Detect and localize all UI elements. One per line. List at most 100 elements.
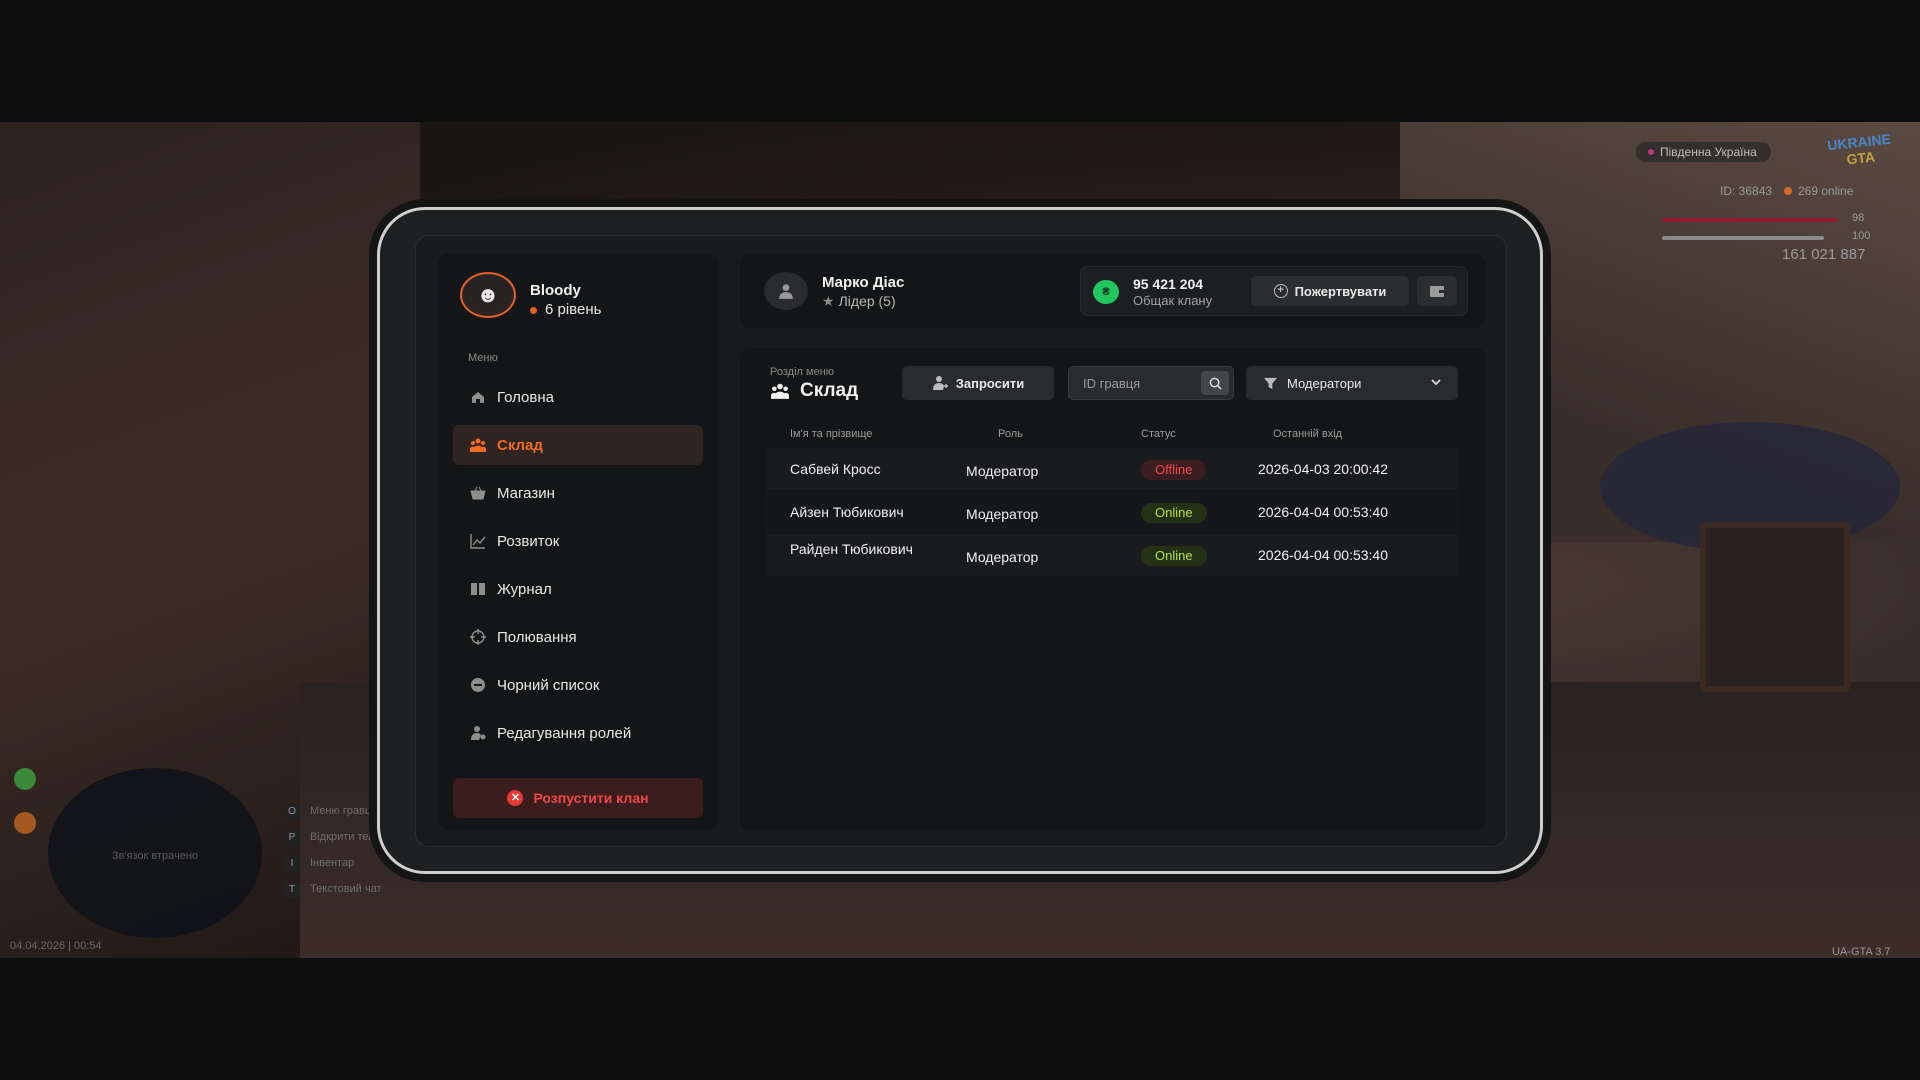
sidebar-item-label: Редагування ролей xyxy=(497,724,632,742)
player-id-search xyxy=(1068,366,1234,400)
sidebar-item-role-editor[interactable]: Редагування ролей xyxy=(453,713,703,753)
sidebar-item-label: Склад xyxy=(497,436,543,454)
add-user-icon xyxy=(932,375,948,391)
plus-icon: + xyxy=(1273,284,1288,298)
search-icon xyxy=(1209,377,1222,390)
filter-value: Модератори xyxy=(1287,375,1362,391)
sidebar-item-label: Журнал xyxy=(497,580,552,598)
sidebar-item-journal[interactable]: Журнал xyxy=(453,569,703,609)
status-badge: Online xyxy=(1141,503,1207,523)
scene-chair xyxy=(1700,522,1850,692)
members-table: Сабвей Кросс Модератор Offline 2026-04-0… xyxy=(766,448,1459,577)
profile-name: Bloody xyxy=(530,282,581,299)
member-role: Модератор xyxy=(966,463,1039,479)
disband-clan-button[interactable]: ✕ Розпустити клан xyxy=(453,778,703,818)
leader-role: ★ Лідер (5) xyxy=(822,293,896,310)
section-caption: Розділ меню xyxy=(770,366,834,378)
hud-online-count: 269 online xyxy=(1784,184,1853,198)
coin-icon: ₴ xyxy=(1093,280,1119,304)
hint-key: T xyxy=(284,882,300,898)
table-row[interactable]: Райден Тюбикович Модератор Online 2026-0… xyxy=(766,534,1459,577)
bank-label: Общак клану xyxy=(1133,293,1213,308)
hud-health-bar xyxy=(1662,218,1838,222)
sidebar-item-members[interactable]: Склад xyxy=(453,425,703,465)
shop-icon xyxy=(469,484,487,502)
book-icon xyxy=(469,580,487,598)
page-title: Склад xyxy=(770,380,858,402)
close-icon: ✕ xyxy=(507,790,524,806)
member-name: Айзен Тюбикович xyxy=(790,504,904,520)
table-header: Ім'я та прізвище Роль Статус Останній вх… xyxy=(790,428,1470,442)
table-row[interactable]: Сабвей Кросс Модератор Offline 2026-04-0… xyxy=(766,448,1459,491)
donate-button[interactable]: + Пожертвувати xyxy=(1251,276,1409,306)
sidebar-item-label: Розвиток xyxy=(497,532,560,550)
hud-armor-value: 100 xyxy=(1852,230,1871,242)
sidebar-item-home[interactable]: Головна xyxy=(453,377,703,417)
status-badge: Online xyxy=(1141,546,1207,566)
hint-key: P xyxy=(284,830,300,846)
hint-label: Меню гравця xyxy=(310,805,378,817)
hint-key: O xyxy=(284,804,300,820)
table-row[interactable]: Айзен Тюбикович Модератор Online 2026-04… xyxy=(766,491,1459,534)
sidebar-item-hunting[interactable]: Полювання xyxy=(453,617,703,657)
hud-datetime: 04.04.2026 | 00:54 xyxy=(10,940,102,952)
hud-status-icon-green xyxy=(14,768,36,790)
disband-clan-label: Розпустити клан xyxy=(533,790,649,806)
hud-armor-bar xyxy=(1662,236,1824,240)
leader-avatar xyxy=(764,272,808,310)
invite-button[interactable]: Запросити xyxy=(902,366,1054,400)
crosshair-icon xyxy=(469,628,487,646)
clan-bank: ₴ 95 421 204 Общак клану + Пожертвувати xyxy=(1080,266,1468,316)
block-icon xyxy=(469,676,487,694)
star-icon: ★ xyxy=(822,293,835,309)
member-last-login: 2026-04-03 20:00:42 xyxy=(1258,461,1388,477)
member-role: Модератор xyxy=(966,549,1039,565)
member-last-login: 2026-04-04 00:53:40 xyxy=(1258,504,1388,520)
member-name: Райден Тюбикович xyxy=(790,541,913,557)
hint-label: Текстовий чат xyxy=(310,883,382,895)
invite-label: Запросити xyxy=(955,375,1025,391)
column-header-last-login: Останній вхід xyxy=(1273,428,1343,440)
user-edit-icon xyxy=(469,724,487,742)
header-card: Марко Діас ★ Лідер (5) ₴ 95 421 204 Общак… xyxy=(740,254,1485,328)
user-icon xyxy=(779,284,793,299)
sidebar-item-development[interactable]: Розвиток xyxy=(453,521,703,561)
sidebar-item-blacklist[interactable]: Чорний список xyxy=(453,665,703,705)
status-badge: Offline xyxy=(1141,460,1207,480)
clan-panel: ☻ Bloody 6 рівень Меню Головна Склад Маг… xyxy=(415,235,1507,847)
column-header-status: Статус xyxy=(1141,428,1176,440)
hint-player-menu: O Меню гравця xyxy=(284,804,377,820)
hud-version: UA-GTA 3.7 xyxy=(1832,946,1891,958)
home-icon xyxy=(469,388,487,406)
hint-label: Інвентар xyxy=(310,857,355,869)
hint-inventory: I Інвентар xyxy=(284,856,354,872)
wallet-icon xyxy=(1430,286,1444,297)
letterbox-top xyxy=(0,0,1920,122)
members-icon xyxy=(469,436,487,454)
hud-region-badge: Південна Україна xyxy=(1636,142,1771,162)
hint-key: I xyxy=(284,856,300,872)
sidebar-item-shop[interactable]: Магазин xyxy=(453,473,703,513)
sidebar-item-label: Магазин xyxy=(497,484,555,502)
hud-health-value: 98 xyxy=(1852,212,1865,224)
tablet-frame: ☻ Bloody 6 рівень Меню Головна Склад Маг… xyxy=(377,207,1543,874)
wallet-button[interactable] xyxy=(1417,276,1457,306)
role-filter-select[interactable]: Модератори xyxy=(1246,366,1458,400)
hud-player-id: ID: 36843 xyxy=(1720,184,1773,198)
letterbox-bottom xyxy=(0,958,1920,1080)
column-header-role: Роль xyxy=(998,428,1023,440)
members-icon xyxy=(770,382,790,400)
member-name: Сабвей Кросс xyxy=(790,461,881,477)
members-card: Розділ меню Склад Запросити Модератори xyxy=(740,348,1485,830)
leader-name: Марко Діас xyxy=(822,274,905,291)
sidebar: ☻ Bloody 6 рівень Меню Головна Склад Маг… xyxy=(438,254,718,830)
search-button[interactable] xyxy=(1201,371,1229,395)
leader-role-label: Лідер (5) xyxy=(838,293,896,309)
hud-status-icon-orange xyxy=(14,812,36,834)
page-title-label: Склад xyxy=(800,380,859,401)
column-header-name: Ім'я та прізвище xyxy=(790,428,873,440)
search-input[interactable] xyxy=(1069,367,1195,399)
donate-label: Пожертвувати xyxy=(1294,283,1387,299)
chevron-down-icon xyxy=(1430,376,1442,388)
hint-chat: T Текстовий чат xyxy=(284,882,382,898)
